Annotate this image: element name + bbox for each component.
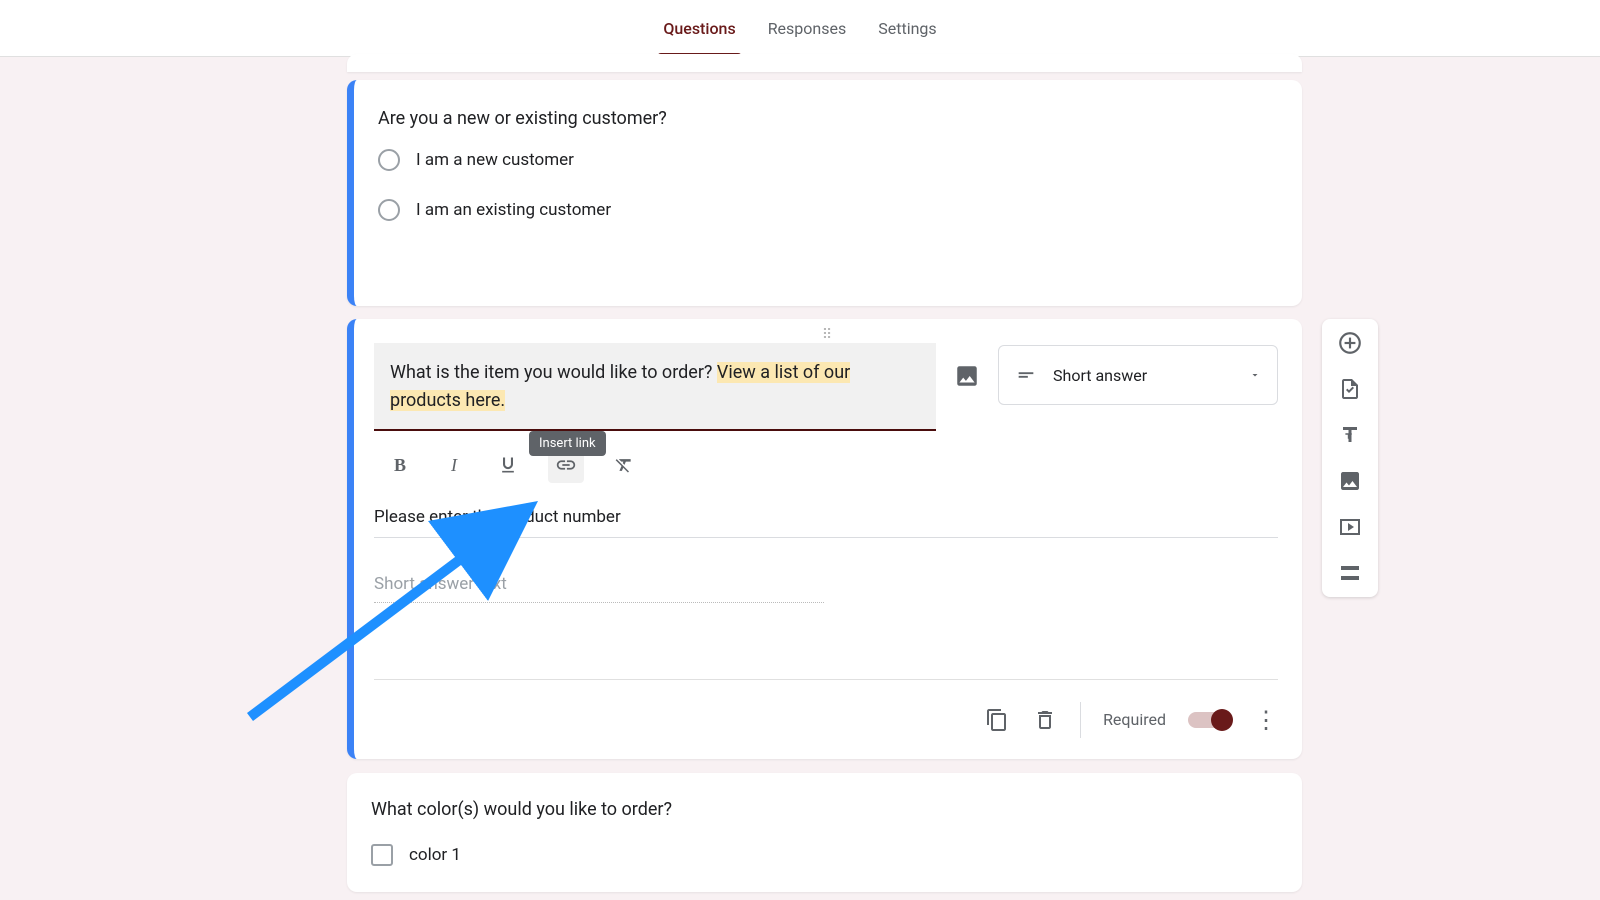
radio-option-existing-customer[interactable]: I am an existing customer — [378, 199, 1278, 221]
footer-divider — [1080, 702, 1081, 738]
question-card-item-order[interactable]: ⠿ What is the item you would like to ord… — [347, 319, 1302, 759]
card-previous-peek — [347, 54, 1302, 72]
question-text-plain: What is the item you would like to order… — [390, 362, 717, 383]
add-title-button[interactable] — [1336, 421, 1364, 449]
italic-button[interactable]: I — [440, 451, 468, 479]
question-text-input[interactable]: What is the item you would like to order… — [374, 343, 936, 431]
question-description-input[interactable]: Please enter the product number — [374, 507, 1278, 538]
formatting-toolbar: B I — [374, 431, 936, 487]
radio-option-new-customer[interactable]: I am a new customer — [378, 149, 1278, 171]
tab-responses[interactable]: Responses — [752, 0, 863, 57]
required-toggle[interactable] — [1188, 712, 1232, 728]
clear-formatting-button[interactable] — [610, 451, 638, 479]
radio-label: I am a new customer — [416, 150, 574, 170]
checkbox-label: color 1 — [409, 845, 461, 865]
import-questions-button[interactable] — [1336, 375, 1364, 403]
add-video-button[interactable] — [1336, 513, 1364, 541]
delete-button[interactable] — [1032, 707, 1058, 733]
checkbox-icon — [371, 844, 393, 866]
add-section-button[interactable] — [1336, 559, 1364, 587]
radio-label: I am an existing customer — [416, 200, 611, 220]
tooltip-insert-link: Insert link — [529, 431, 606, 456]
duplicate-button[interactable] — [984, 707, 1010, 733]
tab-questions[interactable]: Questions — [647, 0, 751, 57]
question-type-dropdown[interactable]: Short answer — [998, 345, 1278, 405]
bold-button[interactable]: B — [386, 451, 414, 479]
more-options-button[interactable]: ⋮ — [1254, 715, 1278, 725]
short-answer-icon — [1015, 364, 1037, 386]
add-question-button[interactable] — [1336, 329, 1364, 357]
tab-settings[interactable]: Settings — [862, 0, 952, 57]
radio-icon — [378, 199, 400, 221]
underline-button[interactable] — [494, 451, 522, 479]
question-footer: Required ⋮ — [374, 679, 1278, 759]
question-title: What color(s) would you like to order? — [371, 799, 1278, 820]
add-image-button[interactable] — [1336, 467, 1364, 495]
drag-handle-icon[interactable]: ⠿ — [354, 319, 1302, 343]
form-canvas: Are you a new or existing customer? I am… — [0, 57, 1600, 900]
toggle-knob — [1211, 709, 1233, 731]
side-toolbar — [1322, 319, 1378, 597]
top-tabs: Questions Responses Settings — [0, 0, 1600, 57]
required-label: Required — [1103, 710, 1166, 729]
question-card-color[interactable]: What color(s) would you like to order? c… — [347, 773, 1302, 892]
add-image-button[interactable] — [954, 363, 980, 389]
question-type-label: Short answer — [1053, 366, 1249, 385]
dropdown-arrow-icon — [1249, 369, 1261, 381]
short-answer-placeholder: Short answer text — [374, 574, 824, 603]
question-title: Are you a new or existing customer? — [378, 108, 1278, 129]
checkbox-option-color1[interactable]: color 1 — [371, 844, 1278, 866]
radio-icon — [378, 149, 400, 171]
question-card-customer-type[interactable]: Are you a new or existing customer? I am… — [347, 80, 1302, 306]
